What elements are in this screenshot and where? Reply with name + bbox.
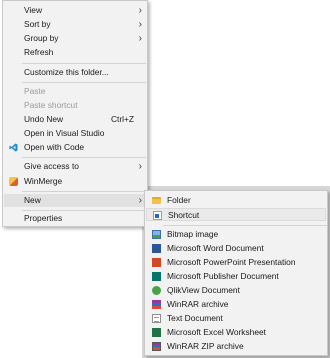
- menu-item-label: Give access to: [24, 161, 79, 171]
- submenu-item-label: QlikView Document: [167, 285, 240, 295]
- text-document-icon: [152, 314, 161, 323]
- folder-icon: [152, 197, 161, 204]
- submenu-item-label: Shortcut: [168, 210, 200, 220]
- menu-item-refresh[interactable]: Refresh: [4, 46, 146, 59]
- winmerge-icon: [9, 177, 18, 186]
- submenu-item-label: Microsoft Excel Worksheet: [167, 327, 266, 337]
- menu-item-label: New: [24, 195, 41, 205]
- menu-item-label: Paste shortcut: [24, 100, 78, 110]
- context-menu: View › Sort by › Group by › Refresh Cust…: [2, 0, 148, 227]
- menu-item-properties[interactable]: Properties: [4, 212, 146, 225]
- menu-separator: [22, 82, 146, 83]
- menu-item-winmerge[interactable]: WinMerge: [4, 175, 146, 188]
- chevron-right-icon: ›: [138, 5, 142, 16]
- menu-item-new[interactable]: New ›: [4, 194, 146, 207]
- chevron-right-icon: ›: [138, 161, 142, 172]
- submenu-item-winrar-zip-archive[interactable]: WinRAR ZIP archive: [146, 340, 326, 353]
- menu-item-label: Open with Code: [24, 142, 85, 152]
- submenu-item-label: Text Document: [167, 313, 223, 323]
- menu-item-customize-folder[interactable]: Customize this folder...: [4, 66, 146, 79]
- menu-item-group-by[interactable]: Group by ›: [4, 32, 146, 45]
- menu-item-label: WinMerge: [24, 176, 63, 186]
- menu-item-label: Sort by: [24, 19, 51, 29]
- menu-item-label: View: [24, 5, 43, 15]
- submenu-item-label: WinRAR ZIP archive: [167, 341, 244, 351]
- powerpoint-icon: [152, 258, 161, 267]
- menu-item-open-in-visual-studio[interactable]: Open in Visual Studio: [4, 127, 146, 140]
- submenu-item-label: Bitmap image: [167, 229, 219, 239]
- submenu-item-word-document[interactable]: Microsoft Word Document: [146, 242, 326, 255]
- submenu-item-shortcut[interactable]: Shortcut: [146, 208, 326, 221]
- submenu-item-label: WinRAR archive: [167, 299, 229, 309]
- submenu-item-qlikview-document[interactable]: QlikView Document: [146, 284, 326, 297]
- menu-item-give-access-to[interactable]: Give access to ›: [4, 160, 146, 173]
- menu-separator: [22, 63, 146, 64]
- excel-icon: [152, 328, 161, 337]
- submenu-item-winrar-archive[interactable]: WinRAR archive: [146, 298, 326, 311]
- winrar-zip-icon: [152, 342, 161, 351]
- menu-item-label: Properties: [24, 213, 63, 223]
- chevron-right-icon: ›: [138, 33, 142, 44]
- submenu-item-text-document[interactable]: Text Document: [146, 312, 326, 325]
- chevron-right-icon: ›: [138, 195, 142, 206]
- submenu-item-label: Microsoft Publisher Document: [167, 271, 279, 281]
- menu-item-paste: Paste: [4, 85, 146, 98]
- menu-item-label: Paste: [24, 86, 46, 96]
- menu-item-sort-by[interactable]: Sort by ›: [4, 18, 146, 31]
- menu-separator: [22, 210, 146, 211]
- submenu-item-powerpoint-presentation[interactable]: Microsoft PowerPoint Presentation: [146, 256, 326, 269]
- submenu-item-label: Folder: [167, 195, 191, 205]
- menu-item-label: Customize this folder...: [24, 67, 109, 77]
- menu-item-view[interactable]: View ›: [4, 4, 146, 17]
- submenu-item-bitmap-image[interactable]: Bitmap image: [146, 228, 326, 241]
- publisher-icon: [152, 272, 161, 281]
- submenu-item-label: Microsoft Word Document: [167, 243, 264, 253]
- menu-item-label: Refresh: [24, 47, 54, 57]
- submenu-item-folder[interactable]: Folder: [146, 194, 326, 207]
- menu-item-label: Group by: [24, 33, 59, 43]
- chevron-right-icon: ›: [138, 19, 142, 30]
- qlikview-icon: [152, 286, 161, 295]
- menu-item-label: Undo New: [24, 114, 64, 124]
- word-icon: [152, 244, 161, 253]
- keyboard-shortcut: Ctrl+Z: [110, 114, 134, 124]
- menu-item-undo-new[interactable]: Undo New Ctrl+Z: [4, 113, 146, 126]
- menu-item-label: Open in Visual Studio: [24, 128, 105, 138]
- menu-separator: [163, 225, 327, 226]
- shortcut-icon: [153, 211, 162, 220]
- vscode-icon: [9, 143, 18, 152]
- new-submenu: Folder Shortcut Bitmap image Microsoft W…: [144, 190, 328, 356]
- menu-item-open-with-code[interactable]: Open with Code: [4, 141, 146, 154]
- menu-item-paste-shortcut: Paste shortcut: [4, 99, 146, 112]
- submenu-item-label: Microsoft PowerPoint Presentation: [167, 257, 296, 267]
- submenu-item-excel-worksheet[interactable]: Microsoft Excel Worksheet: [146, 326, 326, 339]
- winrar-icon: [152, 300, 161, 309]
- menu-separator: [22, 191, 146, 192]
- menu-separator: [22, 157, 146, 158]
- submenu-item-publisher-document[interactable]: Microsoft Publisher Document: [146, 270, 326, 283]
- bitmap-icon: [152, 230, 161, 239]
